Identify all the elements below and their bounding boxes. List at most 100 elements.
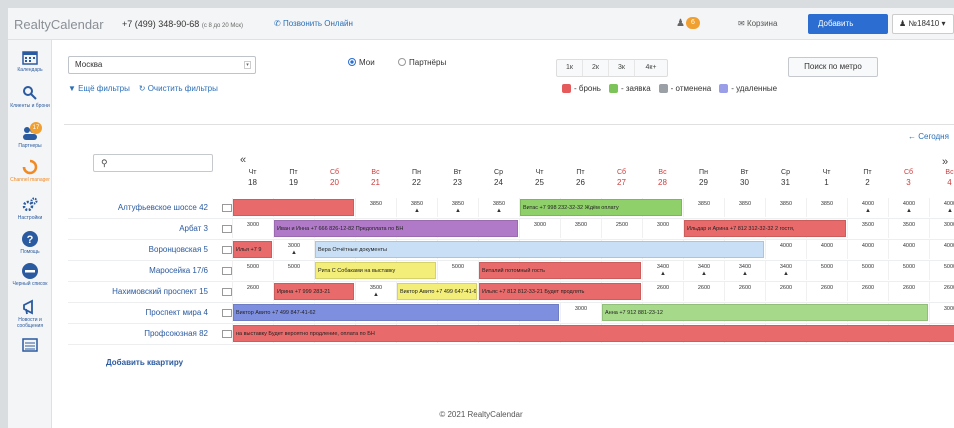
logo[interactable]: RealtyCalendar [14, 17, 104, 32]
calendar-cell[interactable]: 3400 ▲ [724, 261, 765, 280]
calendar-cell[interactable]: 4000▲ [888, 198, 929, 217]
calendar-cell[interactable]: 2600 [683, 282, 724, 301]
envelope-icon[interactable] [222, 309, 232, 317]
next-period-button[interactable]: » [942, 156, 948, 168]
calendar-cell[interactable]: 3000 ▲ [273, 240, 314, 259]
envelope-icon[interactable] [222, 204, 232, 212]
room-filter-2k[interactable]: 2к [583, 60, 609, 76]
booking-bar[interactable]: Рита С Собаками на выставку [315, 262, 436, 279]
booking-bar[interactable]: Виталий потомный гость [479, 262, 641, 279]
room-filter-3k[interactable]: 3к [609, 60, 635, 76]
city-select[interactable]: Москва ▾ [68, 56, 256, 74]
calendar-cell[interactable]: 4000 [806, 240, 847, 259]
sidebar-item-help[interactable]: ? Помощь [8, 230, 52, 255]
calendar-cell[interactable]: 2600 [642, 282, 683, 301]
calendar-cell[interactable]: 5000 [273, 261, 314, 280]
today-link[interactable]: ← Сегодня [908, 132, 949, 141]
clear-filters-link[interactable]: Очистить фильтры [148, 84, 218, 93]
user-icon[interactable]: ♟ [676, 18, 685, 29]
calendar-cell[interactable]: 5000 [888, 261, 929, 280]
booking-bar[interactable] [233, 199, 354, 216]
apartment-name[interactable]: Маросейка 17/6 [78, 261, 208, 280]
envelope-icon[interactable] [222, 246, 232, 254]
metro-search-button[interactable]: Поиск по метро [788, 57, 878, 77]
calendar-cell[interactable]: 2600 [847, 282, 888, 301]
cart-link[interactable]: ✉ Корзина [738, 19, 777, 28]
calendar-cell[interactable]: 3850 [355, 198, 396, 217]
calendar-cell[interactable]: 2600 [929, 282, 954, 301]
sidebar-item-settings[interactable]: Настройки [8, 196, 52, 221]
calendar-cell[interactable]: 3400 ▲ [683, 261, 724, 280]
calendar-cell[interactable]: 3850 [724, 198, 765, 217]
calendar-cell[interactable]: 3000 [642, 219, 683, 238]
calendar-cell[interactable]: 2600 [888, 282, 929, 301]
room-filter-1k[interactable]: 1к [557, 60, 583, 76]
apartment-name[interactable]: Нахимовский проспект 15 [78, 282, 208, 301]
envelope-icon[interactable] [222, 225, 232, 233]
envelope-icon[interactable] [222, 288, 232, 296]
radio-mine[interactable]: Мои [348, 58, 375, 67]
calendar-cell[interactable]: 4000 [765, 240, 806, 259]
calendar-cell[interactable]: 3850 [683, 198, 724, 217]
booking-bar[interactable]: Витас +7 998 232-32-32 Ждём оплату [520, 199, 682, 216]
apartment-name[interactable]: Арбат 3 [78, 219, 208, 238]
calendar-cell[interactable]: 4000 [888, 240, 929, 259]
sidebar-item-blacklist[interactable]: Черный список [8, 262, 52, 287]
calendar-cell[interactable]: 3850 ▲ [396, 198, 437, 217]
sidebar-item-list[interactable] [8, 336, 52, 354]
calendar-cell[interactable]: 2600 [724, 282, 765, 301]
booking-bar[interactable]: Илья +7 9 [233, 241, 272, 258]
booking-bar[interactable]: Вера Отчётные документы [315, 241, 764, 258]
sidebar-item-news[interactable]: Новости и сообщения [8, 298, 52, 329]
apartment-name[interactable]: Воронцовская 5 [78, 240, 208, 259]
account-dropdown[interactable]: ♟ №18410 ▾ [892, 14, 954, 34]
calendar-cell[interactable]: 3400 ▲ [765, 261, 806, 280]
envelope-icon[interactable] [222, 267, 232, 275]
calendar-cell[interactable]: 5000 [232, 261, 273, 280]
calendar-cell[interactable]: 2600 [765, 282, 806, 301]
calendar-cell[interactable]: 3000 [519, 219, 560, 238]
apartment-name[interactable]: Алтуфьевское шоссе 42 [78, 198, 208, 217]
booking-bar[interactable]: Ирина +7 999 283-21 [274, 283, 354, 300]
calendar-cell[interactable]: 3500 ▲ [355, 282, 396, 301]
calendar-cell[interactable]: 3850 [765, 198, 806, 217]
calendar-cell[interactable]: 5000 [847, 261, 888, 280]
calendar-cell[interactable]: 3400 ▲ [642, 261, 683, 280]
apartment-name[interactable]: Профсоюзная 82 [78, 324, 208, 343]
calendar-cell[interactable]: 2600 [232, 282, 273, 301]
booking-bar[interactable]: Ильдар и Арина +7 812 312-32-32 2 гостя, [684, 220, 846, 237]
booking-bar[interactable]: Виктор Авито +7 499 847-41-62 [233, 304, 559, 321]
calendar-cell[interactable]: 4000 [847, 240, 888, 259]
calendar-cell[interactable]: 3000 [929, 303, 954, 322]
add-button[interactable]: Добавить [808, 14, 888, 34]
booking-bar[interactable]: на выставку Будет вероятно продление, оп… [233, 325, 954, 342]
booking-bar[interactable]: Иван и Инна +7 666 826-12-82 Предоплата … [274, 220, 518, 237]
calendar-cell[interactable]: 4000▲ [929, 198, 954, 217]
calendar-cell[interactable]: 4000▲ [847, 198, 888, 217]
room-filter-4k[interactable]: 4к+ [635, 60, 667, 76]
call-online-link[interactable]: ✆ Позвонить Онлайн [274, 19, 353, 28]
calendar-cell[interactable]: 3000 [560, 303, 601, 322]
add-apartment-link[interactable]: Добавить квартиру [106, 358, 183, 367]
calendar-cell[interactable]: 5000 [437, 261, 478, 280]
calendar-cell[interactable]: 3500 [888, 219, 929, 238]
calendar-cell[interactable]: 3850 ▲ [437, 198, 478, 217]
sidebar-item-partners[interactable]: 17 Партнеры [8, 122, 52, 149]
calendar-cell[interactable]: 3000 [232, 219, 273, 238]
calendar-cell[interactable]: 3500 [847, 219, 888, 238]
prev-period-button[interactable]: « [240, 154, 246, 166]
calendar-cell[interactable]: 3000 [929, 219, 954, 238]
envelope-icon[interactable] [222, 330, 232, 338]
booking-bar[interactable]: Виктор Авито +7 499 647-41-62 [397, 283, 477, 300]
notifications-badge[interactable]: 6 [686, 17, 700, 29]
more-filters-link[interactable]: Ещё фильтры [78, 84, 130, 93]
calendar-cell[interactable]: 3850 [806, 198, 847, 217]
calendar-cell[interactable]: 3500 [560, 219, 601, 238]
booking-bar[interactable]: Ильяс +7 812 812-33-21 Будет продлять [479, 283, 641, 300]
sidebar-item-calendar[interactable]: Календарь [8, 48, 52, 73]
radio-partners[interactable]: Партнёры [398, 58, 446, 67]
calendar-cell[interactable]: 5000 [806, 261, 847, 280]
sidebar-item-clients[interactable]: Клиенты и брони [8, 84, 52, 109]
sidebar-item-channel-manager[interactable]: Channel manager [8, 158, 52, 183]
calendar-cell[interactable]: 2600 [806, 282, 847, 301]
